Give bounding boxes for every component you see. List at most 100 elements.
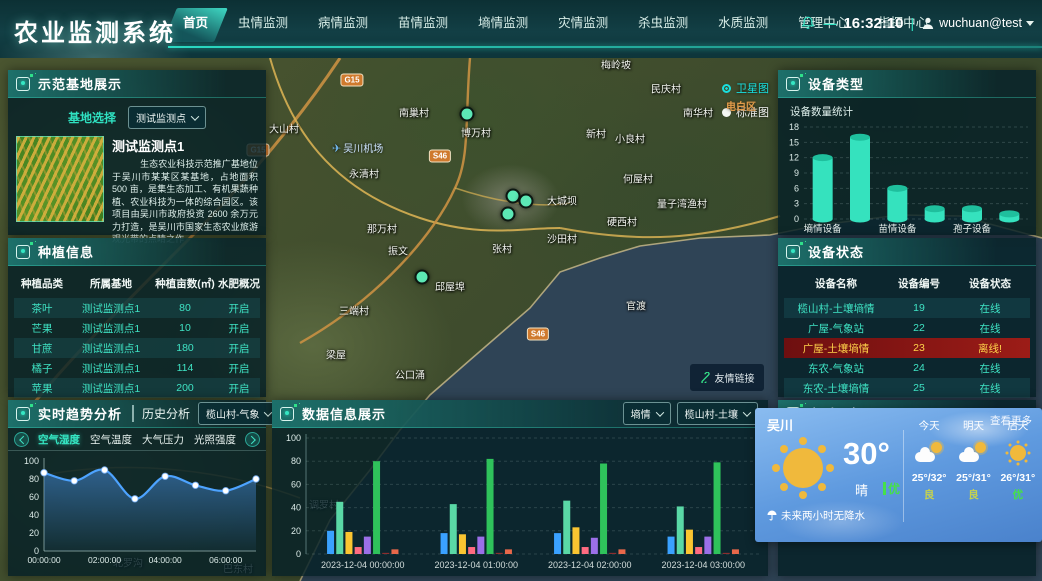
table-cell: 测试监测点1 [70, 341, 152, 356]
trend-tab-大气压力[interactable]: 大气压力 [137, 432, 189, 447]
table-row[interactable]: 广屋-气象站22在线 [784, 318, 1030, 338]
map-place-label: 梁屋 [326, 347, 346, 362]
svg-text:02:00:00: 02:00:00 [88, 555, 121, 565]
table-row[interactable]: 东农-气象站24在线 [784, 358, 1030, 378]
svg-text:苗情设备: 苗情设备 [878, 223, 917, 235]
table-row[interactable]: 茶叶测试监测点180开启 [14, 298, 260, 318]
nav-item-首页[interactable]: 首页 [168, 0, 223, 46]
username: wuchuan@test [939, 16, 1022, 30]
table-row[interactable]: 甘蔗测试监测点1180开启 [14, 338, 260, 358]
nav-item-水质监测[interactable]: 水质监测 [703, 0, 783, 46]
forecast-range: 25°/32° [907, 472, 951, 484]
data-type-select[interactable]: 墒情 [623, 402, 671, 425]
rain-tip: 未来两小时无降水 [767, 508, 865, 523]
data-grouped-bar-chart[interactable]: 0204060801002023-12-04 00:00:002023-12-0… [272, 428, 768, 576]
tabs-next-button[interactable] [245, 432, 260, 447]
chevron-down-icon [1026, 21, 1034, 26]
device-count-bar-chart[interactable]: 0369121518墒情设备苗情设备孢子设备 [778, 119, 1036, 237]
base-select[interactable]: 测试监测点 [128, 106, 206, 129]
table-cell: 200 [152, 382, 218, 394]
table-row-offline[interactable]: 广屋-土壤墒情23离线! [784, 338, 1030, 358]
sun-icon [783, 448, 823, 488]
table-cell: 开启 [218, 321, 260, 336]
panel-icon [280, 407, 294, 421]
map-place-label: 大城坝 [547, 193, 577, 208]
table-cell: 在线 [950, 361, 1030, 376]
panel-icon [16, 407, 30, 421]
current-temperature: 30° [843, 436, 890, 472]
map-marker[interactable] [415, 270, 430, 285]
device-status-table: 设备名称设备编号设备状态榄山村-土壤墒情19在线广屋-气象站22在线广屋-土壤墒… [778, 266, 1036, 400]
map-marker[interactable] [519, 194, 534, 209]
panel-base-display: 示范基地展示 基地选择 测试监测点 测试监测点1 生态农业科技示范推广基地位于吴… [8, 70, 266, 235]
umbrella-icon [767, 510, 777, 521]
table-row[interactable]: 榄山村-土壤墒情19在线 [784, 298, 1030, 318]
svg-text:15: 15 [789, 137, 799, 147]
table-header-row: 种植品类所属基地种植亩数(㎡)水肥概况 [14, 268, 260, 298]
svg-text:100: 100 [286, 433, 301, 443]
nav-item-灾情监测[interactable]: 灾情监测 [543, 0, 623, 46]
tabs-prev-button[interactable] [14, 432, 29, 447]
forecast-quality: 良 [907, 487, 951, 502]
table-cell: 测试监测点1 [70, 321, 152, 336]
chevron-down-icon [191, 112, 199, 120]
map-place-label: 硬西村 [607, 214, 637, 229]
trend-line-chart[interactable]: 02040608010000:00:0002:00:0004:00:0006:0… [8, 451, 266, 571]
svg-text:18: 18 [789, 122, 799, 132]
trend-tab-空气湿度[interactable]: 空气湿度 [33, 432, 85, 447]
panel-icon [786, 245, 800, 259]
table-row[interactable]: 东农-土壤墒情25在线 [784, 378, 1030, 398]
cloud-sun-icon [951, 439, 995, 467]
data-station-select[interactable]: 榄山村-土壤 [677, 402, 758, 425]
map-place-label: 新村 [586, 126, 606, 141]
base-select-label: 基地选择 [68, 109, 116, 126]
map-place-label: 那万村 [367, 221, 397, 236]
nav-item-虫情监测[interactable]: 虫情监测 [223, 0, 303, 46]
table-cell: 广屋-气象站 [784, 321, 888, 336]
map-place-label: 民庆村 [651, 81, 681, 96]
table-cell: 80 [152, 302, 218, 314]
panel-device-status: 设备状态 设备名称设备编号设备状态榄山村-土壤墒情19在线广屋-气象站22在线广… [778, 238, 1036, 397]
trend-tab-空气温度[interactable]: 空气温度 [85, 432, 137, 447]
map-place-label: 南华村 [683, 105, 713, 120]
table-cell: 广屋-土壤墒情 [784, 341, 888, 356]
svg-text:40: 40 [29, 510, 39, 520]
notification-dash: — [823, 16, 836, 31]
clock: 16:32:10 [843, 15, 903, 32]
trend-station-select[interactable]: 榄山村-气象 [198, 402, 279, 425]
map-place-label: 博万村 [461, 125, 491, 140]
sun-icon [996, 439, 1040, 467]
table-row[interactable]: 苹果测试监测点1200开启 [14, 378, 260, 398]
map-place-label: 官渡 [626, 298, 646, 313]
nav-item-杀虫监测[interactable]: 杀虫监测 [623, 0, 703, 46]
trend-tab-光照强度[interactable]: 光照强度 [189, 432, 241, 447]
panel-title: 实时趋势分析 [38, 404, 122, 423]
user-icon [921, 16, 935, 30]
svg-text:0: 0 [296, 549, 301, 559]
map-marker[interactable] [460, 107, 475, 122]
history-analysis-tab[interactable]: 历史分析 [132, 405, 190, 422]
nav-item-病情监测[interactable]: 病情监测 [303, 0, 383, 46]
forecast-column: 明天25°/31°良 [951, 418, 995, 502]
panel-data-display: 数据信息展示 墒情 榄山村-土壤 0204060801002023-12-04 … [272, 400, 768, 576]
nav-item-苗情监测[interactable]: 苗情监测 [383, 0, 463, 46]
svg-text:2023-12-04 03:00:00: 2023-12-04 03:00:00 [661, 560, 745, 570]
map-marker[interactable] [501, 207, 516, 222]
panel-title: 数据信息展示 [302, 404, 386, 423]
table-cell: 开启 [218, 361, 260, 376]
svg-text:00:00:00: 00:00:00 [27, 555, 60, 565]
table-cell: 测试监测点1 [70, 381, 152, 396]
column-header: 水肥概况 [218, 276, 260, 291]
table-row[interactable]: 橘子测试监测点1114开启 [14, 358, 260, 378]
table-row[interactable]: 芒果测试监测点110开启 [14, 318, 260, 338]
panel-title: 设备类型 [808, 74, 864, 93]
table-header-row: 设备名称设备编号设备状态 [784, 268, 1030, 298]
chevron-down-icon [743, 408, 751, 416]
nav-item-墒情监测[interactable]: 墒情监测 [463, 0, 543, 46]
site-name: 测试监测点1 [112, 136, 258, 155]
user-menu[interactable]: wuchuan@test [921, 16, 1034, 30]
bell-icon[interactable] [800, 15, 816, 31]
layer-satellite-option[interactable]: 卫星图 [722, 80, 769, 96]
svg-text:9: 9 [794, 168, 799, 178]
friend-links-button[interactable]: 友情链接 [690, 364, 764, 391]
